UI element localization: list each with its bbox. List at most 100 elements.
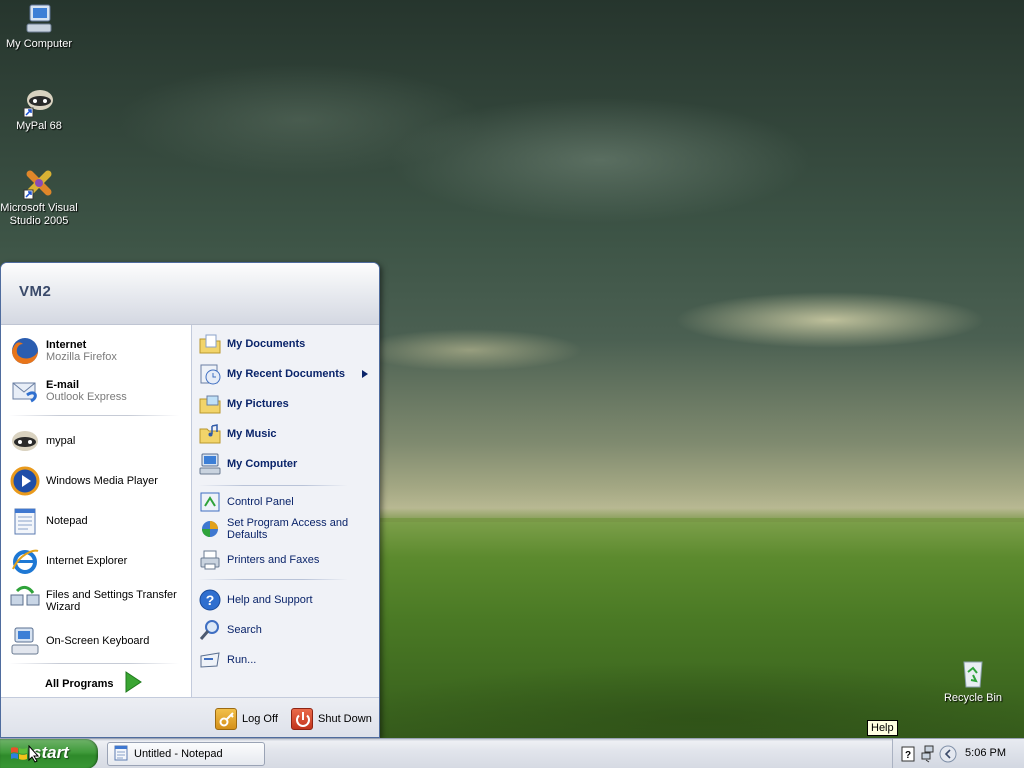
separator xyxy=(198,579,348,580)
desktop-icon-label: My Computer xyxy=(5,38,73,50)
power-icon xyxy=(291,708,313,730)
recent-notepad[interactable]: Notepad xyxy=(9,503,187,539)
keyboard-icon xyxy=(9,625,41,657)
help-tooltip: Help xyxy=(867,720,898,736)
folder-pictures-icon xyxy=(198,392,222,416)
show-hidden-icons-button[interactable] xyxy=(939,745,957,766)
submenu-arrow-icon xyxy=(362,369,368,381)
help-label: Help and Support xyxy=(227,594,313,606)
recent-internet-explorer[interactable]: Internet Explorer xyxy=(9,543,187,579)
desktop-icon-label: Recycle Bin xyxy=(943,692,1003,704)
printer-icon xyxy=(198,548,222,572)
visual-studio-icon xyxy=(22,166,56,200)
place-my-pictures[interactable]: My Pictures xyxy=(198,391,376,417)
place-my-recent-documents[interactable]: My Recent Documents xyxy=(198,361,376,387)
folder-music-icon xyxy=(198,422,222,446)
pinned-subtitle: Outlook Express xyxy=(46,391,127,403)
start-menu-header: VM2 xyxy=(1,263,379,325)
recent-title: mypal xyxy=(46,435,76,447)
system-tray: ? 5:06 PM xyxy=(892,739,1024,768)
place-label: My Pictures xyxy=(227,398,289,410)
recent-windows-media-player[interactable]: Windows Media Player xyxy=(9,463,187,499)
log-off-label: Log Off xyxy=(242,713,278,725)
svg-text:?: ? xyxy=(905,750,911,761)
internet-explorer-icon xyxy=(9,545,41,577)
notepad-icon xyxy=(114,745,128,764)
pinned-internet[interactable]: Internet Mozilla Firefox xyxy=(9,333,187,369)
recent-title: Notepad xyxy=(46,515,88,527)
firefox-icon xyxy=(9,335,41,367)
run-icon xyxy=(198,648,222,672)
pinned-title: E-mail xyxy=(46,379,80,391)
taskbar-button-label: Untitled - Notepad xyxy=(134,748,223,760)
start-button[interactable]: start xyxy=(0,739,98,768)
taskbar-button-notepad[interactable]: Untitled - Notepad xyxy=(107,742,265,766)
shut-down-button[interactable]: Shut Down xyxy=(291,707,372,731)
help-and-support[interactable]: ? Help and Support xyxy=(198,587,376,613)
network-icon[interactable] xyxy=(921,745,935,766)
place-label: My Music xyxy=(227,428,277,440)
start-menu-footer: Log Off Shut Down xyxy=(1,697,379,737)
place-label: My Documents xyxy=(227,338,306,350)
place-my-computer[interactable]: My Computer xyxy=(198,451,376,477)
recent-mypal[interactable]: mypal xyxy=(9,423,187,459)
system-label: Set Program Access and Defaults xyxy=(227,517,349,541)
system-printers-faxes[interactable]: Printers and Faxes xyxy=(198,547,376,573)
run[interactable]: Run... xyxy=(198,647,376,673)
key-icon xyxy=(215,708,237,730)
recent-transfer-wizard[interactable]: Files and Settings Transfer Wizard xyxy=(9,583,187,619)
pinned-subtitle: Mozilla Firefox xyxy=(46,351,117,363)
pinned-email[interactable]: E-mail Outlook Express xyxy=(9,373,187,409)
recent-title: On-Screen Keyboard xyxy=(46,635,150,647)
taskbar: start Untitled - Notepad ? 5:06 PM xyxy=(0,738,1024,768)
control-panel-icon xyxy=(198,490,222,514)
search[interactable]: Search xyxy=(198,617,376,643)
recent-title: Internet Explorer xyxy=(46,555,128,567)
system-label: Printers and Faxes xyxy=(227,554,320,566)
mypal-icon xyxy=(9,425,41,457)
user-name: VM2 xyxy=(19,283,52,300)
my-computer-icon xyxy=(198,452,222,476)
all-programs-label: All Programs xyxy=(45,677,114,690)
all-programs-button[interactable]: All Programs xyxy=(45,671,143,696)
shut-down-label: Shut Down xyxy=(318,713,372,725)
recent-on-screen-keyboard[interactable]: On-Screen Keyboard xyxy=(9,623,187,659)
separator xyxy=(9,663,179,664)
recent-documents-icon xyxy=(198,362,222,386)
desktop-icon-label: MyPal 68 xyxy=(16,120,62,132)
recycle-bin-icon xyxy=(956,656,990,690)
help-label: Run... xyxy=(227,654,257,666)
windows-logo-icon xyxy=(10,746,28,765)
start-menu-programs-pane: Internet Mozilla Firefox E-mail Outlook … xyxy=(1,325,191,697)
svg-text:?: ? xyxy=(206,592,215,608)
desktop-icon-recycle-bin[interactable]: Recycle Bin xyxy=(934,656,1012,705)
clock[interactable]: 5:06 PM xyxy=(965,747,1006,759)
help-icon: ? xyxy=(198,588,222,612)
desktop-icon-visual-studio[interactable]: Microsoft Visual Studio 2005 xyxy=(0,166,78,228)
folder-documents-icon xyxy=(198,332,222,356)
notepad-icon xyxy=(9,505,41,537)
desktop-icon-my-computer[interactable]: My Computer xyxy=(0,2,78,51)
arrow-right-icon xyxy=(123,671,143,696)
start-menu: VM2 Internet Mozilla Firefox E-mail Outl… xyxy=(0,262,380,738)
system-control-panel[interactable]: Control Panel xyxy=(198,489,376,515)
system-label: Control Panel xyxy=(227,496,294,508)
place-my-documents[interactable]: My Documents xyxy=(198,331,376,357)
pinned-title: Internet xyxy=(46,339,87,351)
search-icon xyxy=(198,618,222,642)
separator xyxy=(198,485,348,486)
system-program-access[interactable]: Set Program Access and Defaults xyxy=(198,513,376,545)
outlook-express-icon xyxy=(9,375,41,407)
log-off-button[interactable]: Log Off xyxy=(215,707,278,731)
place-my-music[interactable]: My Music xyxy=(198,421,376,447)
place-label: My Computer xyxy=(227,458,298,470)
windows-media-player-icon xyxy=(9,465,41,497)
my-computer-icon xyxy=(22,2,56,36)
transfer-wizard-icon xyxy=(9,585,41,617)
mouse-cursor-icon xyxy=(28,744,40,766)
desktop-icon-mypal[interactable]: MyPal 68 xyxy=(0,84,78,133)
recent-title: Files and Settings Transfer Wizard xyxy=(46,589,177,613)
mypal-icon xyxy=(22,84,56,118)
help-label: Search xyxy=(227,624,262,636)
help-tray-icon[interactable]: ? xyxy=(901,746,915,765)
